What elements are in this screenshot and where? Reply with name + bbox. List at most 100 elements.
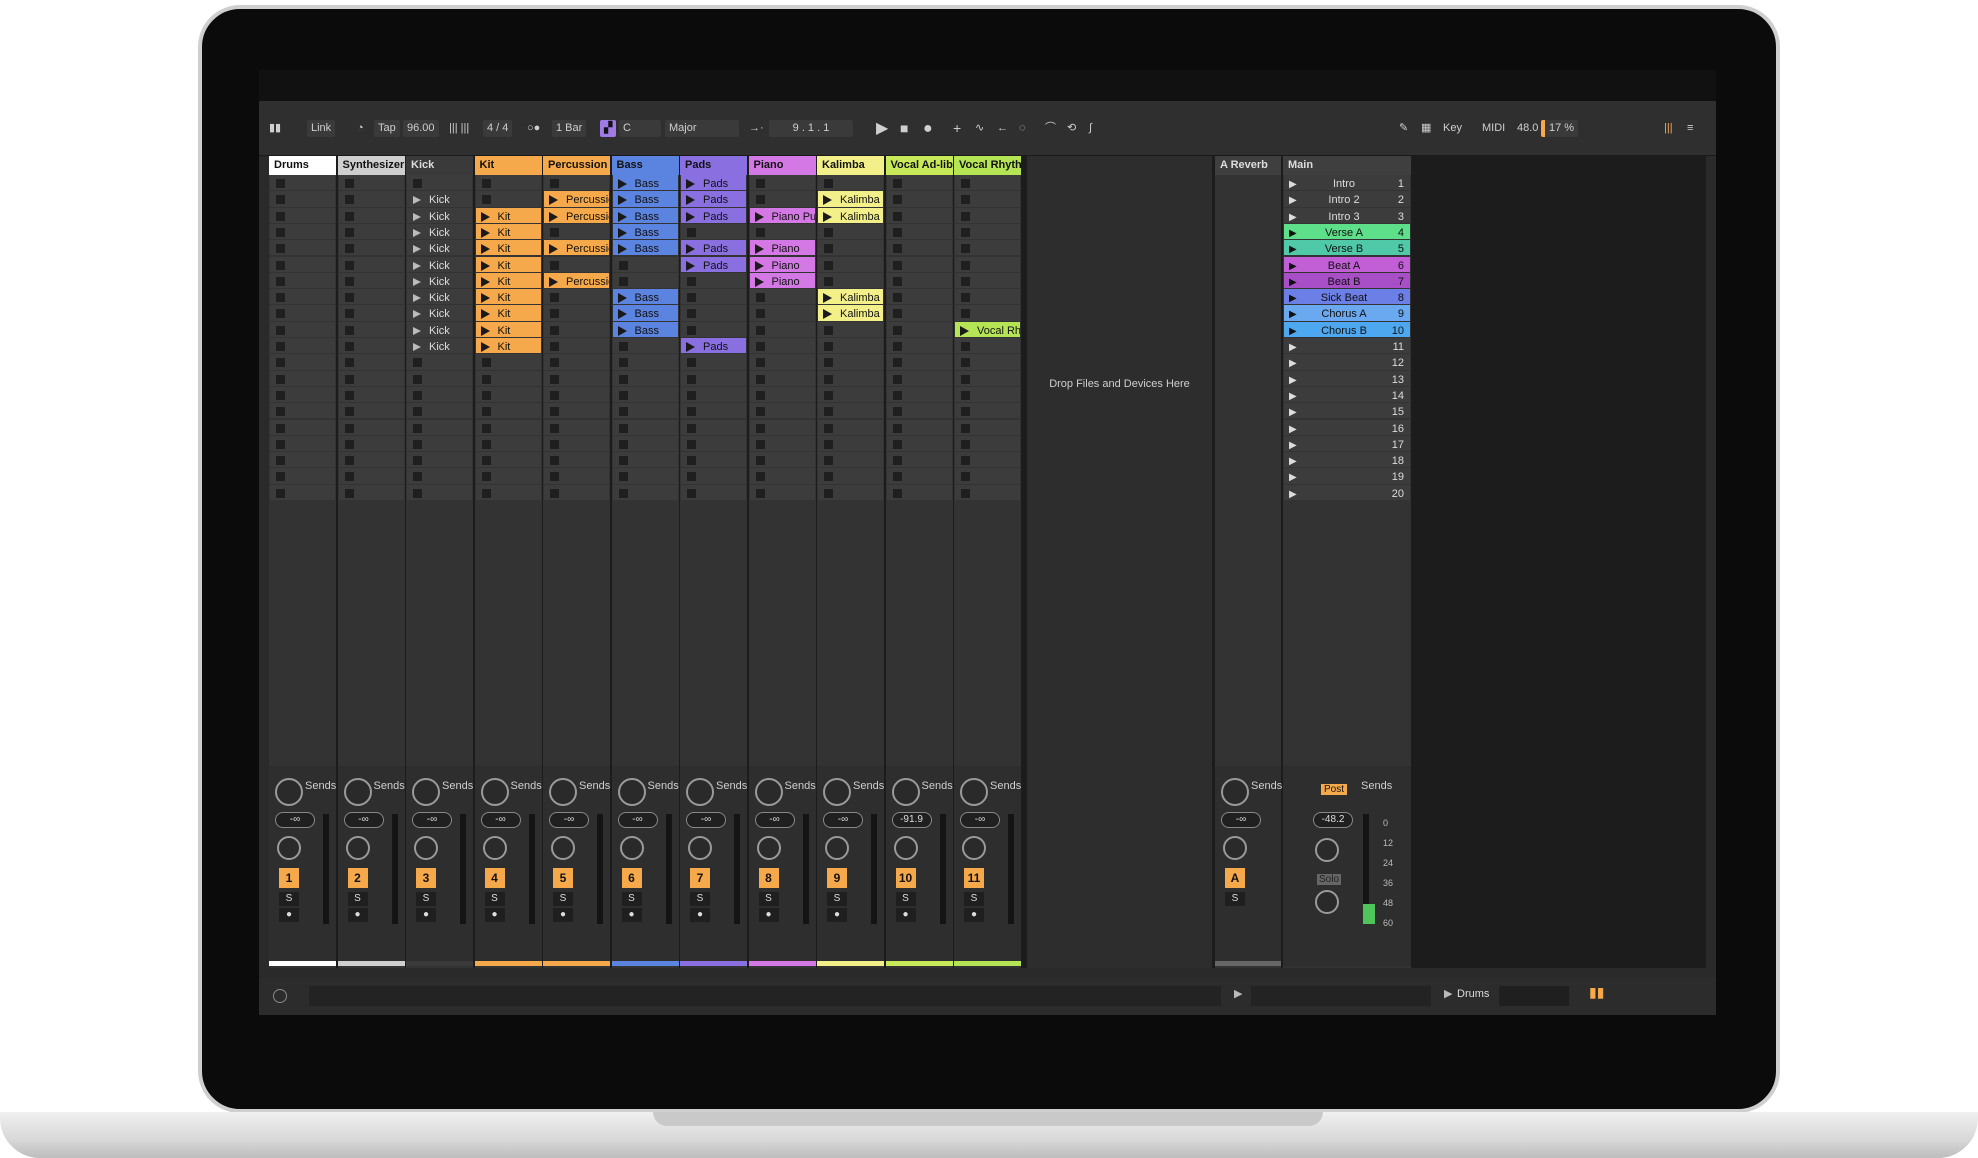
clip[interactable]: Percussion [544, 240, 609, 256]
empty-clip-slot[interactable] [681, 223, 746, 240]
clip-stop-icon[interactable] [276, 472, 285, 482]
track-activator-button[interactable]: 11 [964, 868, 984, 888]
clip-stop-icon[interactable] [961, 390, 970, 400]
clip-stop-icon[interactable] [618, 276, 628, 286]
empty-clip-slot[interactable] [749, 354, 815, 370]
empty-clip-slot[interactable] [338, 386, 404, 403]
clip[interactable]: Bass [612, 305, 678, 321]
empty-clip-slot[interactable] [544, 403, 609, 419]
empty-clip-slot[interactable] [886, 419, 952, 435]
capture-icon[interactable]: ◌ [1019, 101, 1026, 156]
empty-clip-slot[interactable] [886, 321, 952, 337]
empty-clip-slot[interactable] [270, 419, 335, 435]
pan-knob[interactable] [825, 836, 849, 860]
scene-row[interactable]: ▶ Chorus B 10 [1284, 321, 1410, 337]
clip-play-icon[interactable] [686, 244, 695, 255]
tap-button[interactable]: Tap [374, 120, 400, 137]
clip-stop-icon[interactable] [344, 342, 354, 351]
empty-clip-slot[interactable] [544, 338, 609, 354]
empty-clip-slot[interactable] [338, 338, 404, 354]
clip-play-icon[interactable] [617, 211, 627, 222]
empty-clip-slot[interactable] [955, 305, 1020, 321]
scene-row[interactable]: ▶ Verse B 5 [1284, 240, 1410, 256]
clip-stop-icon[interactable] [687, 227, 696, 237]
return-track-header[interactable]: A Reverb [1215, 156, 1281, 175]
clip-stop-icon[interactable] [276, 244, 285, 254]
empty-clip-slot[interactable] [955, 175, 1020, 191]
clip-play-icon[interactable] [754, 244, 764, 255]
arm-button[interactable]: ● [279, 908, 299, 922]
clip-play-icon[interactable] [413, 212, 421, 221]
clip-stop-icon[interactable] [344, 293, 354, 303]
clip-stop-icon[interactable] [618, 374, 628, 384]
empty-clip-slot[interactable] [270, 403, 335, 419]
empty-clip-slot[interactable] [886, 403, 952, 419]
empty-clip-slot[interactable] [681, 354, 746, 370]
empty-clip-slot[interactable] [612, 370, 678, 386]
pan-knob[interactable] [345, 836, 370, 860]
empty-clip-slot[interactable] [818, 419, 883, 435]
empty-clip-slot[interactable] [886, 289, 952, 305]
empty-clip-slot[interactable] [818, 272, 883, 289]
pan-knob[interactable] [756, 836, 781, 860]
clip-stop-icon[interactable] [618, 407, 628, 417]
scene-row[interactable]: ▶ 12 [1284, 354, 1410, 370]
empty-clip-slot[interactable] [270, 256, 335, 272]
clip-stop-icon[interactable] [824, 179, 833, 188]
clip-stop-icon[interactable] [687, 374, 696, 384]
empty-clip-slot[interactable] [338, 175, 404, 191]
clip[interactable]: Pads [681, 207, 746, 223]
scale-toggle-icon[interactable]: ▞ [600, 120, 616, 137]
clip[interactable]: Percussion [544, 207, 609, 223]
clip-stop-icon[interactable] [961, 195, 970, 205]
clip-slot[interactable]: Kick [407, 289, 472, 305]
clip-stop-icon[interactable] [755, 293, 765, 303]
clip-stop-icon[interactable] [687, 439, 696, 449]
clip-stop-icon[interactable] [276, 342, 285, 351]
empty-clip-slot[interactable] [886, 435, 952, 452]
clip-stop-icon[interactable] [892, 211, 902, 221]
clip-slot[interactable]: Kick [407, 305, 472, 321]
volume-field[interactable]: -∞ [480, 812, 521, 828]
empty-clip-slot[interactable] [475, 191, 541, 207]
clip[interactable]: Percussion [544, 191, 609, 207]
track-activator-button[interactable]: 10 [895, 868, 916, 888]
scene-row[interactable]: ▶ 17 [1284, 435, 1410, 452]
scene-row[interactable]: ▶ Sick Beat 8 [1284, 289, 1410, 305]
clip[interactable]: Kit [475, 289, 541, 305]
track-header[interactable]: Vocal Rhythm [954, 156, 1021, 175]
clip-play-icon[interactable] [549, 211, 558, 222]
track-activator-button[interactable]: 5 [553, 868, 573, 888]
clip-stop-icon[interactable] [961, 293, 970, 303]
empty-clip-slot[interactable] [612, 354, 678, 370]
clip-stop-icon[interactable] [687, 456, 696, 466]
re-enable-icon[interactable]: ← [997, 101, 1008, 156]
clip-stop-icon[interactable] [481, 439, 491, 449]
volume-field[interactable]: -∞ [549, 812, 589, 828]
solo-button[interactable]: S [347, 892, 368, 906]
empty-clip-slot[interactable] [818, 386, 883, 403]
empty-clip-slot[interactable] [475, 403, 541, 419]
solo-button[interactable]: S [827, 892, 847, 906]
empty-clip-slot[interactable] [749, 321, 815, 337]
empty-clip-slot[interactable] [955, 338, 1020, 354]
empty-clip-slot[interactable] [681, 403, 746, 419]
arm-button[interactable]: ● [416, 908, 436, 922]
volume-field[interactable]: -∞ [823, 812, 863, 828]
empty-clip-slot[interactable] [270, 207, 335, 223]
clip-stop-icon[interactable] [344, 309, 354, 319]
empty-clip-slot[interactable] [612, 419, 678, 435]
empty-clip-slot[interactable] [407, 419, 472, 435]
empty-clip-slot[interactable] [407, 386, 472, 403]
empty-clip-slot[interactable] [886, 484, 952, 500]
clip-stop-icon[interactable] [961, 488, 970, 498]
volume-field[interactable]: -∞ [343, 812, 384, 828]
clip-stop-icon[interactable] [961, 407, 970, 417]
clip-stop-icon[interactable] [276, 276, 285, 286]
tempo-field[interactable]: 96.00 [403, 120, 439, 137]
clip-stop-icon[interactable] [550, 325, 559, 335]
clip-stop-icon[interactable] [618, 260, 628, 270]
clip-stop-icon[interactable] [755, 358, 765, 368]
clip-stop-icon[interactable] [276, 423, 285, 433]
empty-clip-slot[interactable] [338, 403, 404, 419]
